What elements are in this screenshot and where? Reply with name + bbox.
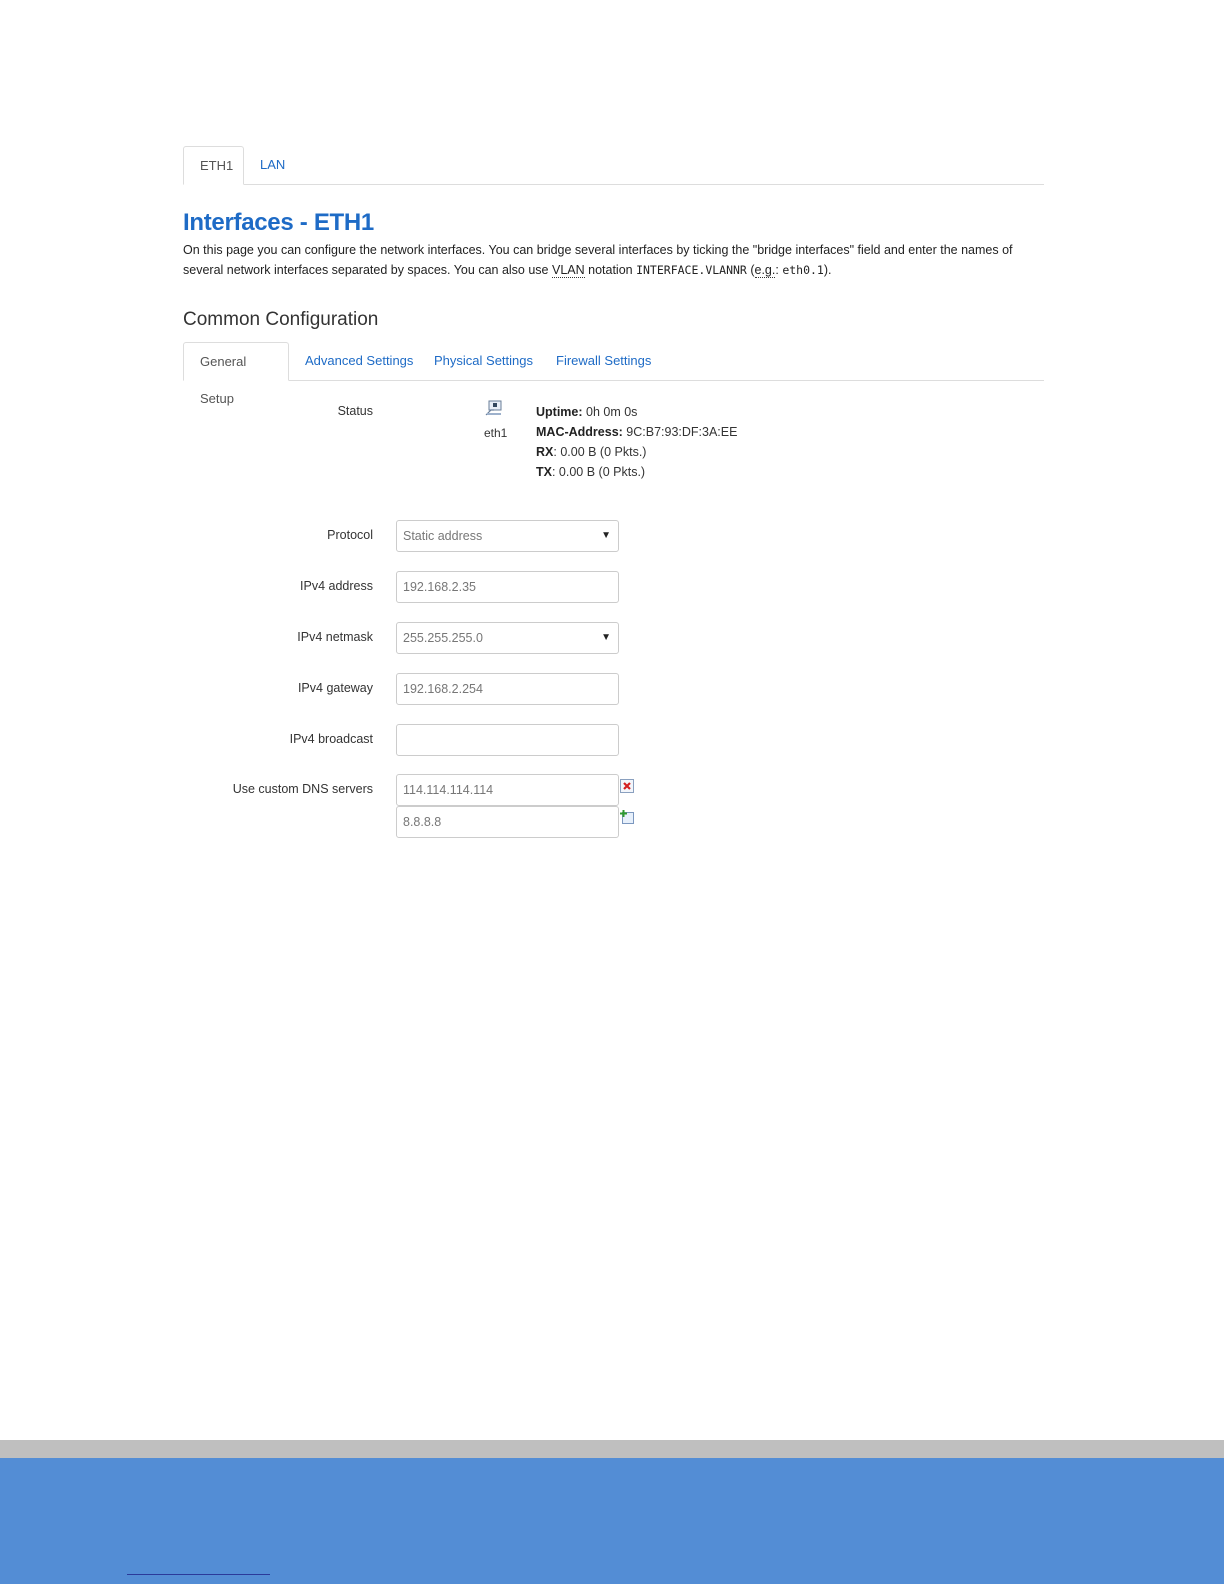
status-rx: RX: 0.00 B (0 Pkts.)	[536, 442, 737, 462]
status-mac: MAC-Address: 9C:B7:93:DF:3A:EE	[536, 422, 737, 442]
ipv4-address-label: IPv4 address	[300, 579, 373, 593]
ethernet-port-icon	[485, 400, 502, 416]
protocol-value: Static address	[403, 529, 483, 543]
uptime-value: 0h 0m 0s	[582, 405, 638, 419]
uptime-label: Uptime:	[536, 405, 583, 419]
tx-label: TX	[536, 465, 552, 479]
desc-code: eth0.1	[782, 263, 824, 277]
tab-physical-settings[interactable]: Physical Settings	[418, 342, 549, 379]
config-tabs: General Setup Advanced Settings Physical…	[183, 342, 1044, 406]
page-title: Interfaces - ETH1	[183, 209, 374, 236]
desc-text: ).	[823, 263, 832, 277]
eg-abbr: e.g.	[754, 263, 776, 278]
dns-label: Use custom DNS servers	[232, 782, 373, 796]
remove-icon[interactable]	[620, 779, 634, 793]
rx-value: : 0.00 B (0 Pkts.)	[553, 445, 647, 459]
footer-band	[0, 1458, 1224, 1584]
ipv4-broadcast-input[interactable]	[396, 724, 619, 756]
tab-lan[interactable]: LAN	[244, 146, 301, 183]
ipv4-broadcast-label: IPv4 broadcast	[289, 732, 373, 746]
dropdown-arrow-icon: ▼	[601, 632, 611, 643]
status-tx: TX: 0.00 B (0 Pkts.)	[536, 462, 737, 482]
desc-text: (	[746, 263, 755, 277]
interface-tabs: ETH1 LAN	[183, 146, 1044, 185]
status-info: Uptime: 0h 0m 0s MAC-Address: 9C:B7:93:D…	[536, 402, 737, 482]
desc-code: INTERFACE.VLANNR	[636, 263, 747, 277]
status-uptime: Uptime: 0h 0m 0s	[536, 402, 737, 422]
section-title: Common Configuration	[183, 309, 379, 330]
ipv4-gateway-input[interactable]: 192.168.2.254	[396, 673, 619, 705]
page-description: On this page you can configure the netwo…	[183, 240, 1044, 280]
vlan-abbr: VLAN	[551, 263, 585, 278]
mac-label: MAC-Address:	[536, 425, 623, 439]
dns-input-2[interactable]: 8.8.8.8	[396, 806, 619, 838]
rx-label: RX	[536, 445, 554, 459]
mac-value: 9C:B7:93:DF:3A:EE	[622, 425, 738, 439]
footer-link-underline[interactable]	[127, 1574, 270, 1575]
status-label: Status	[337, 404, 373, 418]
netmask-value: 255.255.255.0	[403, 631, 483, 645]
tab-advanced-settings[interactable]: Advanced Settings	[289, 342, 429, 379]
add-icon[interactable]	[620, 810, 634, 824]
dns-input-1[interactable]: 114.114.114.114	[396, 774, 619, 806]
dropdown-arrow-icon: ▼	[601, 530, 611, 541]
ipv4-gateway-label: IPv4 gateway	[297, 681, 373, 695]
tab-firewall-settings[interactable]: Firewall Settings	[540, 342, 667, 379]
protocol-select[interactable]: Static address ▼	[396, 520, 619, 552]
main-content: ETH1 LAN Interfaces - ETH1 On this page …	[183, 146, 1044, 838]
ipv4-netmask-select[interactable]: 255.255.255.0 ▼	[396, 622, 619, 654]
status-interface-name: eth1	[484, 426, 508, 440]
protocol-label: Protocol	[327, 528, 373, 542]
ipv4-address-input[interactable]: 192.168.2.35	[396, 571, 619, 603]
desc-text: notation	[584, 263, 637, 277]
tab-general-setup[interactable]: General Setup	[183, 342, 289, 406]
tab-eth1[interactable]: ETH1	[183, 146, 244, 185]
footer-divider	[0, 1440, 1224, 1458]
tx-value: : 0.00 B (0 Pkts.)	[551, 465, 646, 479]
ipv4-netmask-label: IPv4 netmask	[297, 630, 373, 644]
